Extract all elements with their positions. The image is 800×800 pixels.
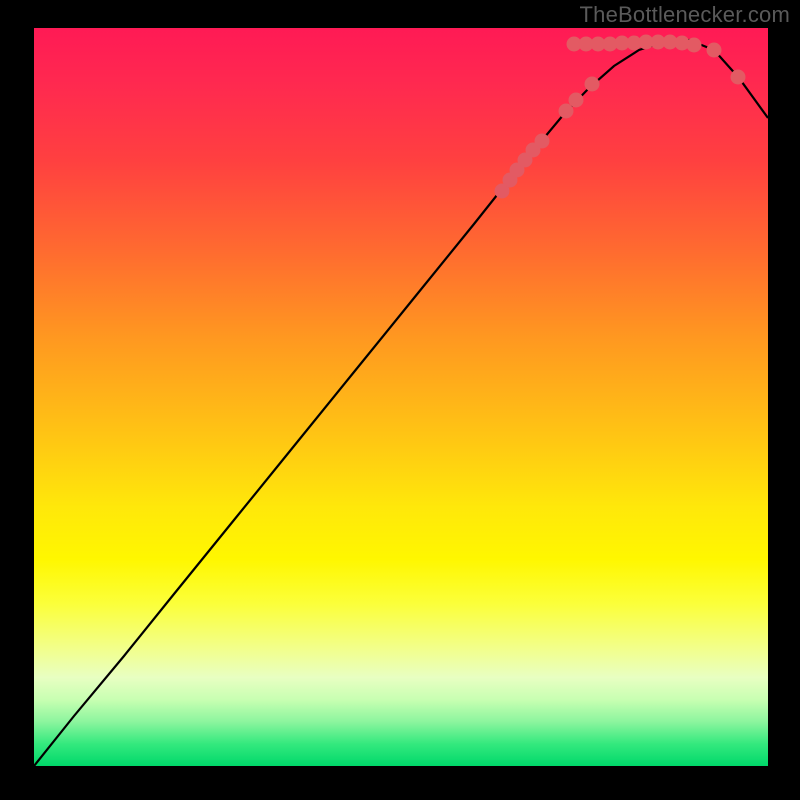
watermark-text: TheBottlenecker.com [580,2,790,28]
curve-path [34,40,768,766]
data-point [585,77,600,92]
chart-container: TheBottlenecker.com [0,0,800,800]
data-point [687,38,702,53]
data-point [535,134,550,149]
data-point [569,93,584,108]
plot-area [34,28,768,766]
data-markers [495,35,746,199]
data-point [731,70,746,85]
bottleneck-curve [34,28,768,766]
data-point [707,43,722,58]
